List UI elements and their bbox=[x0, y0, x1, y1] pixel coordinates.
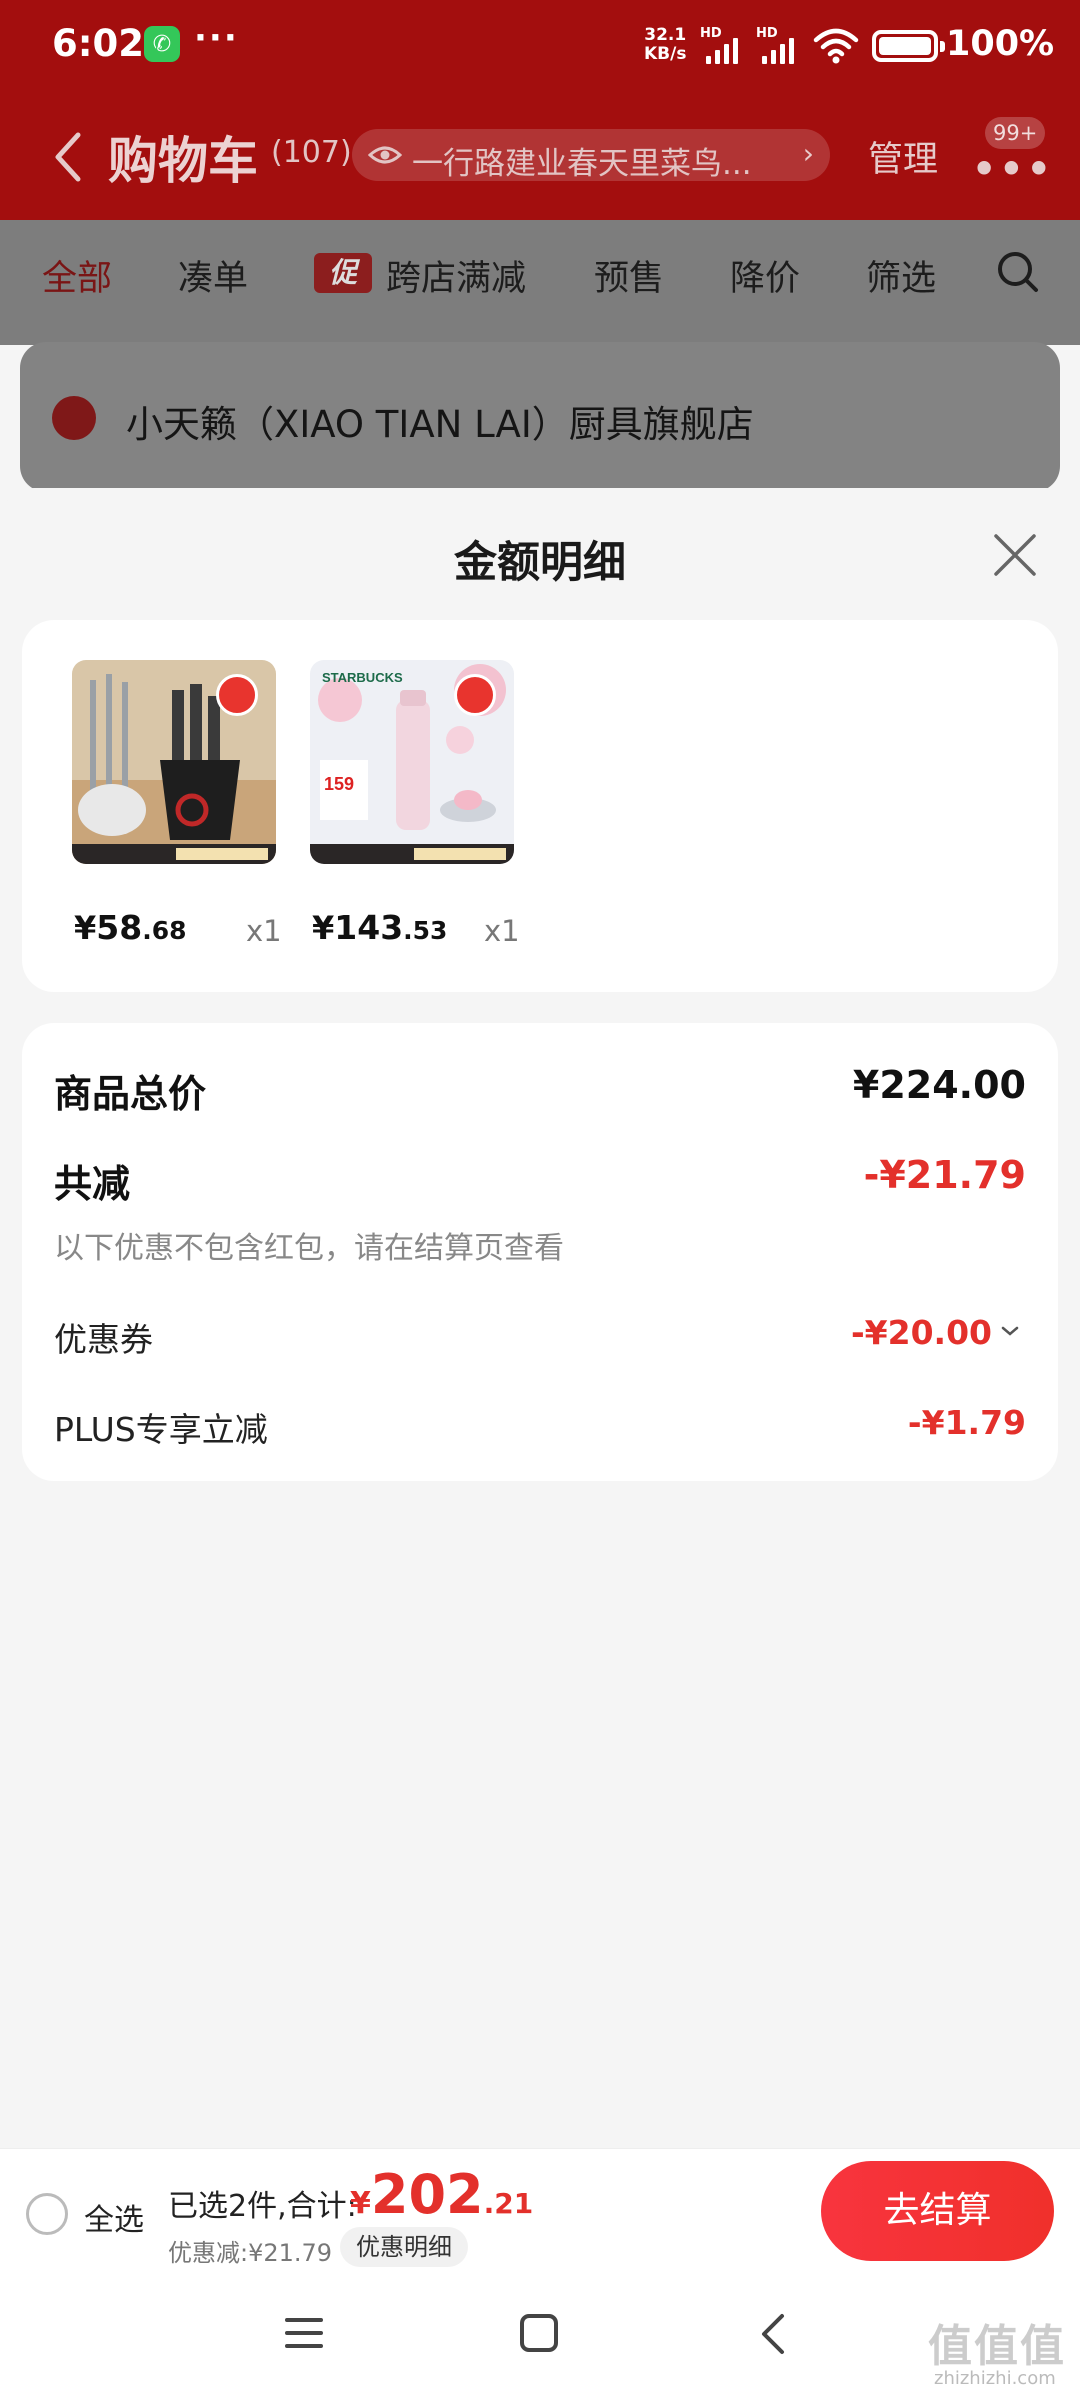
store-check-icon[interactable] bbox=[52, 396, 96, 440]
select-all-label[interactable]: 全选 bbox=[84, 2195, 144, 2239]
phone-call-icon: ✆ bbox=[144, 26, 180, 62]
plus-discount-label: PLUS专享立减 bbox=[54, 1410, 268, 1449]
item-check-icon[interactable] bbox=[216, 674, 258, 716]
chevron-right-icon: › bbox=[802, 137, 814, 170]
price-detail-sheet: 金额明细 ¥58.68 x1 STARBUCKS 159 ¥143.53 x1 … bbox=[0, 488, 1080, 2148]
store-name[interactable]: 小天籁（XIAO TIAN LAI）厨具旗舰店 bbox=[126, 394, 754, 448]
wifi-icon bbox=[813, 28, 859, 64]
signal-icon-2: HD bbox=[756, 26, 804, 64]
item-quantity: x1 bbox=[484, 914, 520, 948]
checkout-button[interactable]: 去结算 bbox=[821, 2161, 1054, 2261]
chevron-down-icon[interactable] bbox=[998, 1319, 1022, 1343]
selected-items-card: ¥58.68 x1 STARBUCKS 159 ¥143.53 x1 bbox=[22, 620, 1058, 992]
cart-header: 购物车 (107) 一行路建业春天里菜鸟... › 管理 ••• 99+ bbox=[0, 95, 1080, 220]
tab-filter[interactable]: 筛选 bbox=[866, 250, 936, 301]
message-badge: 99+ bbox=[985, 117, 1046, 149]
page-title: 购物车 bbox=[108, 132, 258, 190]
store-card: 小天籁（XIAO TIAN LAI）厨具旗舰店 bbox=[20, 342, 1060, 492]
item-price: ¥143.53 bbox=[312, 908, 448, 947]
item-quantity: x1 bbox=[246, 914, 282, 948]
discount-detail-button[interactable]: 优惠明细 bbox=[340, 2227, 468, 2267]
nav-back-icon[interactable] bbox=[756, 2310, 790, 2358]
item-price: ¥58.68 bbox=[74, 908, 187, 947]
price-summary-card: 商品总价 ¥224.00 共减 -¥21.79 以下优惠不包含红包，请在结算页查… bbox=[22, 1023, 1058, 1481]
status-bar: 6:02 ✆ ··· 32.1 KB/s HD HD 100% bbox=[0, 0, 1080, 95]
coupon-label: 优惠券 bbox=[54, 1320, 153, 1359]
net-speed-value: 32.1 bbox=[644, 25, 687, 45]
status-time: 6:02 bbox=[52, 22, 145, 65]
total-reduction-label: 共减 bbox=[54, 1162, 131, 1206]
promo-tag-icon: 促 bbox=[314, 253, 372, 293]
search-icon[interactable] bbox=[994, 248, 1042, 296]
svg-text:STARBUCKS: STARBUCKS bbox=[322, 670, 403, 685]
filter-tabs: 全部 凑单 促 跨店满减 预售 降价 筛选 bbox=[0, 220, 1080, 345]
watermark-logo: 值值值 bbox=[928, 2321, 1066, 2372]
delivery-address: 一行路建业春天里菜鸟... bbox=[412, 146, 752, 182]
checkout-bar: 全选 已选2件,合计: ¥202.21 优惠减:¥21.79 优惠明细 去结算 bbox=[0, 2148, 1080, 2274]
grand-total: ¥202.21 bbox=[350, 2163, 534, 2226]
eye-icon bbox=[368, 146, 402, 164]
close-icon[interactable] bbox=[990, 530, 1040, 580]
tab-cross-store[interactable]: 跨店满减 bbox=[386, 250, 526, 301]
plus-discount-value: -¥1.79 bbox=[907, 1403, 1026, 1442]
discount-amount: 优惠减:¥21.79 bbox=[168, 2239, 333, 2267]
manage-button[interactable]: 管理 bbox=[868, 131, 938, 182]
total-price-label: 商品总价 bbox=[54, 1072, 207, 1116]
signal-icon: HD bbox=[700, 26, 748, 64]
tab-bundle[interactable]: 凑单 bbox=[178, 250, 248, 301]
net-speed-unit: KB/s bbox=[644, 44, 687, 64]
item-check-icon[interactable] bbox=[454, 674, 496, 716]
selected-summary: 已选2件,合计: bbox=[168, 2189, 357, 2224]
total-price-value: ¥224.00 bbox=[852, 1063, 1026, 1107]
net-speed: 32.1 KB/s bbox=[644, 26, 686, 64]
more-menu-icon[interactable]: ••• bbox=[972, 147, 1054, 191]
tab-all[interactable]: 全部 bbox=[42, 250, 112, 301]
svg-text:159: 159 bbox=[324, 774, 354, 794]
total-reduction-value: -¥21.79 bbox=[863, 1153, 1026, 1197]
home-icon[interactable] bbox=[520, 2314, 558, 2352]
watermark-url: zhizhizhi.com bbox=[934, 2368, 1056, 2389]
cart-count: (107) bbox=[271, 135, 352, 170]
select-all-radio[interactable] bbox=[26, 2193, 68, 2235]
battery-icon bbox=[872, 30, 945, 62]
more-notifications-icon: ··· bbox=[194, 18, 239, 58]
system-nav-bar: 值值值 zhizhizhi.com bbox=[0, 2274, 1080, 2400]
recent-apps-icon[interactable] bbox=[284, 2316, 324, 2350]
coupon-value[interactable]: -¥20.00 bbox=[851, 1313, 992, 1352]
back-arrow-icon[interactable] bbox=[48, 127, 88, 187]
tab-presale[interactable]: 预售 bbox=[594, 250, 664, 301]
battery-percentage: 100% bbox=[946, 24, 1055, 64]
tab-price-drop[interactable]: 降价 bbox=[730, 250, 800, 301]
discount-note: 以下优惠不包含红包，请在结算页查看 bbox=[54, 1231, 564, 1266]
address-selector[interactable]: 一行路建业春天里菜鸟... › bbox=[352, 129, 830, 182]
sheet-title: 金额明细 bbox=[454, 538, 626, 588]
